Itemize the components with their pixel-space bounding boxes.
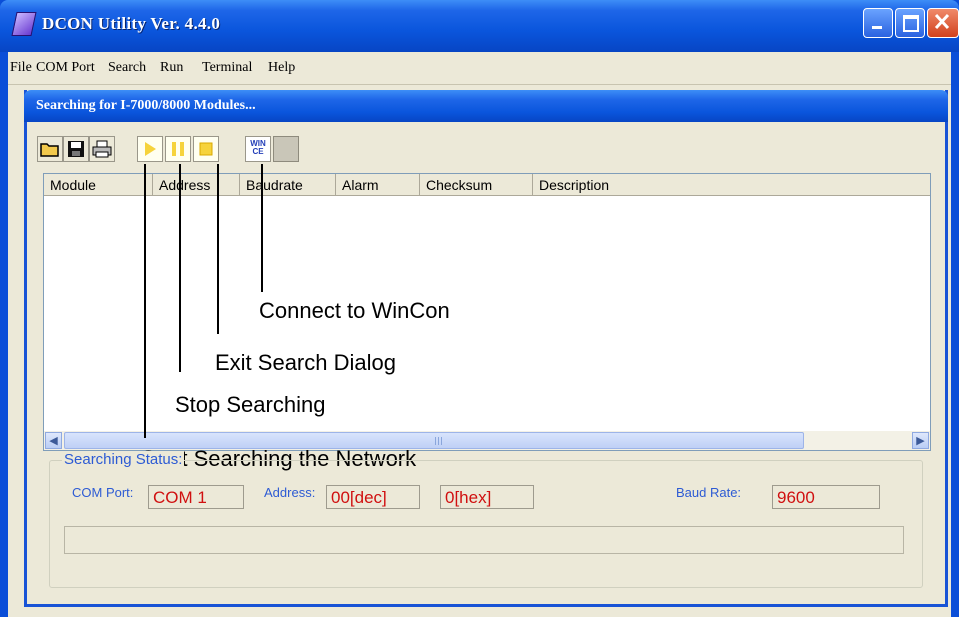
play-icon	[145, 142, 156, 156]
client-area: File COM Port Search Run Terminal Help S…	[8, 52, 951, 617]
status-legend: Searching Status:	[62, 451, 185, 468]
searching-status-group: Searching Status: COM Port: COM 1 Addres…	[49, 451, 923, 588]
com-port-field: COM 1	[148, 485, 244, 509]
column-module[interactable]: Module	[44, 174, 153, 196]
scroll-left-icon[interactable]: ◀	[45, 432, 62, 449]
pause-icon	[172, 142, 184, 156]
dialog-title: Searching for I-7000/8000 Modules...	[36, 98, 256, 113]
address-hex-field: 0[hex]	[440, 485, 534, 509]
connect-annotation: Connect to WinCon	[259, 298, 450, 323]
exit-search-button[interactable]	[193, 136, 219, 162]
folder-icon	[40, 143, 59, 157]
address-dec-field: 00[dec]	[326, 485, 420, 509]
close-icon	[934, 13, 950, 30]
menu-com-port[interactable]: COM Port	[36, 60, 95, 76]
exit-annotation: Exit Search Dialog	[215, 350, 396, 375]
menu-bar: File COM Port Search Run Terminal Help	[8, 52, 951, 85]
baud-rate-label: Baud Rate:	[676, 485, 742, 500]
save-button[interactable]	[63, 136, 89, 162]
exit-annotation-line	[217, 164, 219, 334]
column-checksum[interactable]: Checksum	[420, 174, 533, 196]
close-button[interactable]	[927, 8, 959, 38]
window-title: DCON Utility Ver. 4.4.0	[42, 14, 221, 33]
printer-icon	[92, 140, 112, 158]
floppy-icon	[68, 141, 84, 157]
baud-rate-field: 9600	[772, 485, 880, 509]
menu-run[interactable]: Run	[160, 60, 183, 76]
stop-icon	[199, 142, 213, 156]
column-baudrate[interactable]: Baudrate	[240, 174, 336, 196]
print-button[interactable]	[89, 136, 115, 162]
search-dialog: Searching for I-7000/8000 Modules... WIN…	[24, 90, 948, 607]
disabled-tool-button	[273, 136, 299, 162]
stop-search-button[interactable]	[165, 136, 191, 162]
column-description[interactable]: Description	[533, 174, 930, 196]
stop-annotation: Stop Searching	[175, 392, 326, 417]
menu-terminal[interactable]: Terminal	[202, 60, 252, 76]
start-search-button[interactable]	[137, 136, 163, 162]
menu-search[interactable]: Search	[108, 60, 146, 76]
stop-annotation-line	[179, 164, 181, 372]
connect-annotation-line	[261, 164, 263, 292]
menu-help[interactable]: Help	[268, 60, 295, 76]
connect-wincon-button[interactable]: WIN CE	[245, 136, 271, 162]
app-icon	[11, 12, 37, 36]
app-window: DCON Utility Ver. 4.4.0 File COM Port Se…	[0, 0, 959, 617]
minimize-button[interactable]	[863, 8, 893, 38]
title-bar[interactable]: DCON Utility Ver. 4.4.0	[0, 0, 959, 52]
wince-icon: WIN CE	[250, 139, 266, 156]
open-button[interactable]	[37, 136, 63, 162]
column-address[interactable]: Address	[153, 174, 240, 196]
dialog-title-bar[interactable]: Searching for I-7000/8000 Modules...	[24, 90, 948, 122]
column-alarm[interactable]: Alarm	[336, 174, 420, 196]
address-label: Address:	[264, 485, 316, 500]
maximize-button[interactable]	[895, 8, 925, 38]
start-annotation-line	[144, 164, 146, 438]
scroll-right-icon[interactable]: ▶	[912, 432, 929, 449]
search-progress-bar	[64, 526, 904, 554]
menu-file[interactable]: File	[10, 60, 32, 76]
com-port-label: COM Port:	[72, 485, 134, 500]
